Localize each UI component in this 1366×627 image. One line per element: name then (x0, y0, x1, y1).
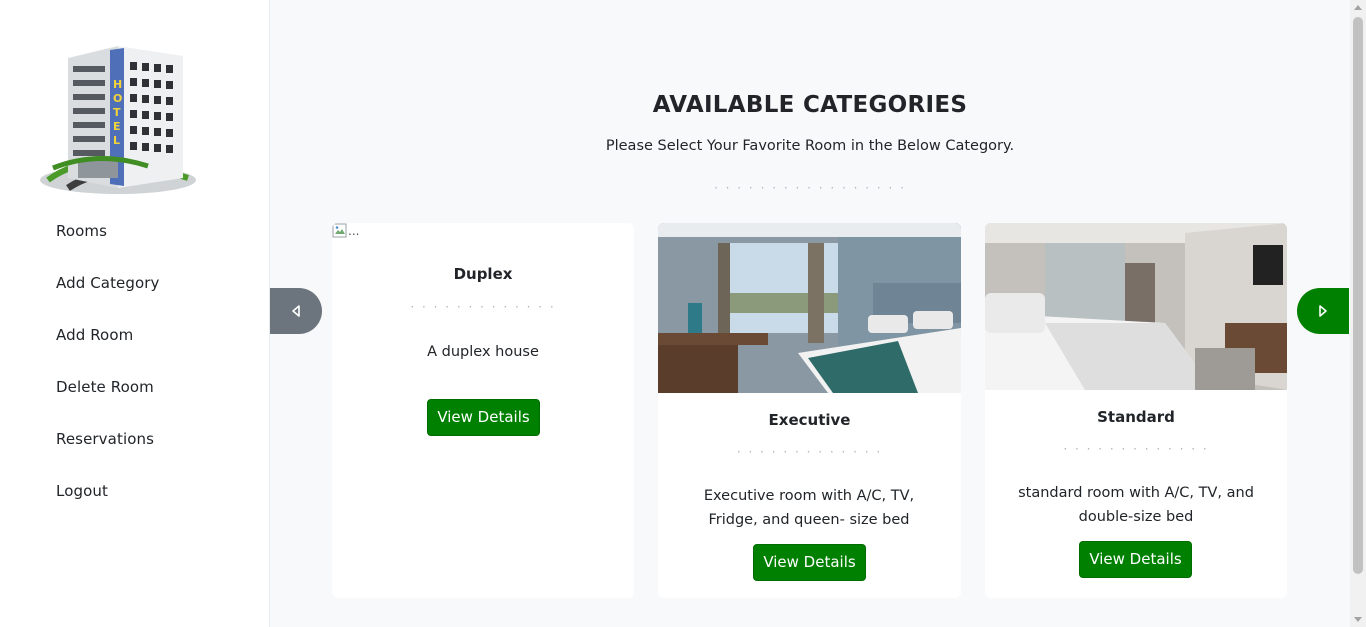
card-description: Executive room with A/C, TV, Fridge, and… (703, 488, 915, 528)
view-details-button[interactable]: View Details (1079, 541, 1192, 578)
page-subtitle: Please Select Your Favorite Room in the … (605, 138, 1015, 154)
broken-image-icon (332, 223, 347, 238)
scrollbar-thumb[interactable] (1353, 17, 1363, 574)
category-card-duplex: ... Duplex · · · · · · · · · · · · · A d… (332, 223, 634, 598)
caret-right-icon (1319, 305, 1327, 317)
svg-text:L: L (113, 134, 120, 147)
svg-text:O: O (113, 92, 122, 105)
executive-room-photo (658, 223, 961, 393)
category-card-standard: Standard · · · · · · · · · · · · · stand… (985, 223, 1287, 598)
category-card-executive: Executive · · · · · · · · · · · · · Exec… (658, 223, 961, 598)
scroll-down-arrow-icon[interactable] (1354, 617, 1362, 622)
page-title: AVAILABLE CATEGORIES (652, 92, 968, 118)
card-divider: · · · · · · · · · · · · · (410, 300, 556, 314)
svg-text:E: E (113, 120, 121, 133)
view-details-button[interactable]: View Details (753, 544, 866, 581)
card-description: standard room with A/C, TV, and double-s… (1018, 485, 1254, 525)
sidebar-item-add-category[interactable]: Add Category (56, 274, 160, 292)
sidebar: H O T E L Rooms Add Category Add Room De… (0, 0, 270, 627)
scroll-up-arrow-icon[interactable] (1354, 5, 1362, 10)
image-alt-text: ... (348, 224, 360, 238)
sidebar-item-reservations[interactable]: Reservations (56, 430, 154, 448)
carousel-prev-button[interactable] (270, 288, 322, 334)
card-title: Standard (1097, 408, 1175, 426)
card-title: Executive (768, 411, 851, 429)
hotel-building-icon: H O T E L (40, 46, 196, 194)
standard-room-photo (985, 223, 1287, 390)
sidebar-item-rooms[interactable]: Rooms (56, 222, 107, 240)
vertical-scrollbar[interactable] (1350, 0, 1366, 627)
broken-image: ... (332, 223, 359, 239)
sidebar-item-logout[interactable]: Logout (56, 482, 108, 500)
card-divider: · · · · · · · · · · · · · (1063, 442, 1209, 456)
card-divider: · · · · · · · · · · · · · (736, 445, 883, 459)
carousel-next-button[interactable] (1297, 288, 1349, 334)
caret-left-icon (292, 305, 300, 317)
section-divider: · · · · · · · · · · · · · · · · · (714, 181, 906, 195)
svg-text:T: T (113, 106, 121, 119)
card-description: A duplex house (427, 344, 539, 360)
view-details-button[interactable]: View Details (427, 399, 540, 436)
sidebar-item-delete-room[interactable]: Delete Room (56, 378, 154, 396)
card-title: Duplex (453, 265, 513, 283)
sidebar-item-add-room[interactable]: Add Room (56, 326, 133, 344)
svg-text:H: H (113, 78, 122, 91)
